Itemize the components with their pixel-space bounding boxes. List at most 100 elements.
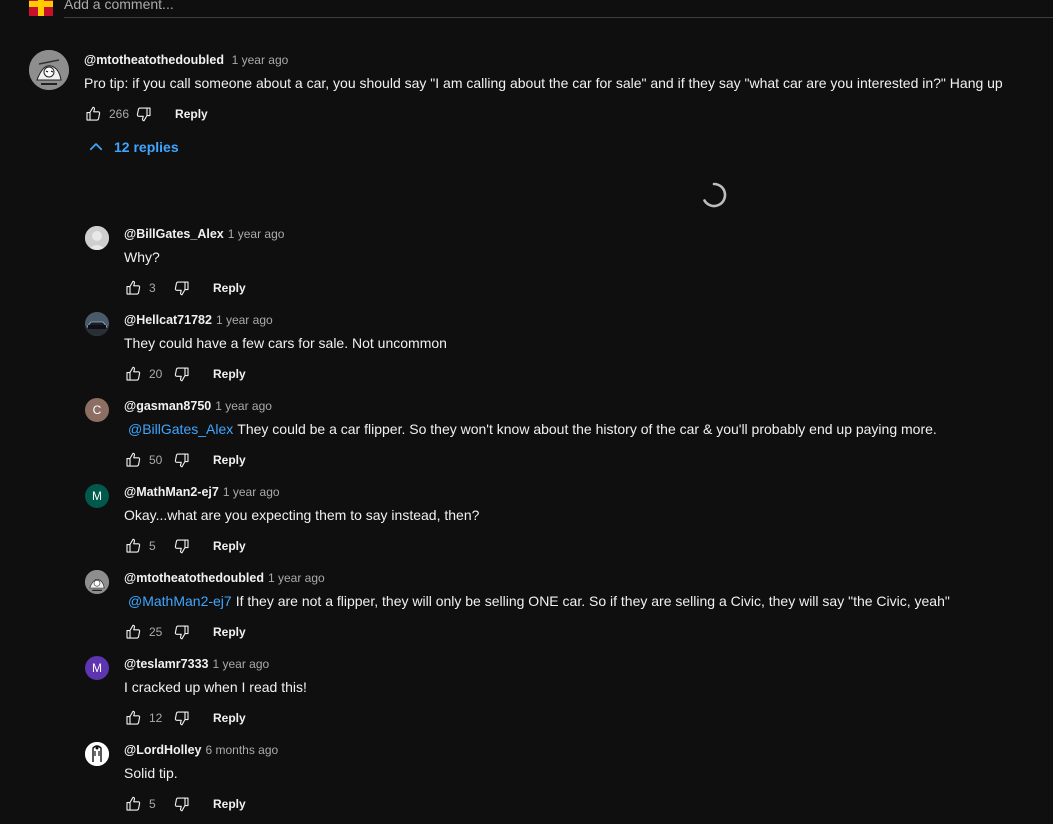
reply-author[interactable]: @LordHolley (124, 743, 201, 757)
chevron-up-icon (89, 143, 103, 151)
comments-page: Add a comment... @mtotheatothedoubled 1 … (0, 0, 1053, 824)
reply-text: I cracked up when I read this! (124, 677, 1044, 697)
reply-header: @BillGates_Alex 1 year ago (124, 225, 1044, 243)
mention-link[interactable]: @BillGates_Alex (128, 421, 233, 437)
reply-time[interactable]: 1 year ago (268, 571, 325, 585)
comment-body: @mtotheatothedoubled 1 year ago Pro tip:… (84, 51, 1044, 126)
thumbs-up-icon (126, 624, 141, 639)
reply-button[interactable]: Reply (213, 625, 246, 639)
reply-author[interactable]: @mtotheatothedoubled (124, 571, 264, 585)
commenter-avatar[interactable] (29, 50, 69, 90)
dislike-button[interactable] (173, 365, 191, 383)
reply-comment: M @MathMan2-ej7 1 year ago Okay...what are … (0, 484, 1053, 570)
reply-button[interactable]: Reply (213, 281, 246, 295)
reply-text-content: They could be a car flipper. So they won… (237, 421, 937, 437)
default-person-icon (85, 226, 109, 250)
add-comment-input[interactable]: Add a comment... (64, 0, 1053, 18)
reply-button[interactable]: Reply (213, 367, 246, 381)
dislike-button[interactable] (173, 709, 191, 727)
user-avatar (29, 0, 53, 16)
comment-author[interactable]: @mtotheatothedoubled (84, 53, 224, 67)
like-count: 5 (149, 539, 156, 553)
mention-link[interactable]: @MathMan2-ej7 (128, 593, 232, 609)
reply-button[interactable]: Reply (213, 797, 246, 811)
reply-avatar[interactable] (85, 742, 109, 766)
reply-avatar[interactable] (85, 226, 109, 250)
reply-text-content: Why? (124, 249, 160, 265)
sketch-avatar-icon (85, 570, 109, 594)
thumbs-up-icon (86, 106, 101, 121)
dislike-button[interactable] (173, 795, 191, 813)
thumbs-up-icon (126, 366, 141, 381)
dislike-button[interactable] (173, 623, 191, 641)
like-button[interactable]: 5 (124, 795, 167, 813)
reply-time[interactable]: 6 months ago (205, 743, 278, 757)
reply-header: @Hellcat71782 1 year ago (124, 311, 1044, 329)
reply-body: @MathMan2-ej7 1 year ago Okay...what are y… (124, 483, 1044, 558)
reply-toolbar: 20 Reply (124, 362, 1044, 386)
thumbs-down-icon (174, 453, 189, 468)
reply-body: @BillGates_Alex 1 year ago Why? 3 Reply (124, 225, 1044, 300)
reply-toolbar: 25 Reply (124, 620, 1044, 644)
like-count: 5 (149, 797, 156, 811)
dislike-button[interactable] (173, 451, 191, 469)
thumbs-up-icon (126, 796, 141, 811)
reply-author[interactable]: @teslamr7333 (124, 657, 208, 671)
reply-button[interactable]: Reply (213, 711, 246, 725)
reply-text: They could have a few cars for sale. Not… (124, 333, 1044, 353)
reply-toolbar: 5 Reply (124, 534, 1044, 558)
like-button[interactable]: 50 (124, 451, 167, 469)
like-button[interactable]: 25 (124, 623, 167, 641)
reply-avatar[interactable]: M (85, 656, 109, 680)
reply-comment: @BillGates_Alex 1 year ago Why? 3 Reply (0, 226, 1053, 312)
thumbs-down-icon (174, 539, 189, 554)
reply-avatar[interactable]: C (85, 398, 109, 422)
reply-text-content: I cracked up when I read this! (124, 679, 307, 695)
reply-comment: @mtotheatothedoubled 1 year ago @MathMan2-… (0, 570, 1053, 656)
reply-header: @teslamr7333 1 year ago (124, 655, 1044, 673)
reply-author[interactable]: @Hellcat71782 (124, 313, 212, 327)
add-comment-row: Add a comment... (0, 0, 1053, 20)
dislike-button[interactable] (135, 105, 153, 123)
like-button[interactable]: 266 (84, 105, 129, 123)
reply-comment: M @teslamr7333 1 year ago I cracked up when… (0, 656, 1053, 742)
like-count: 25 (149, 625, 163, 639)
thumbs-up-icon (126, 538, 141, 553)
like-count: 3 (149, 281, 156, 295)
reply-button[interactable]: Reply (175, 107, 208, 121)
reply-time[interactable]: 1 year ago (216, 313, 273, 327)
like-count: 20 (149, 367, 163, 381)
reply-body: @Hellcat71782 1 year ago They could have a… (124, 311, 1044, 386)
reply-author[interactable]: @BillGates_Alex (124, 227, 224, 241)
reply-toolbar: 3 Reply (124, 276, 1044, 300)
reply-avatar[interactable] (85, 312, 109, 336)
reply-text-content: If they are not a flipper, they will onl… (235, 593, 950, 609)
reply-author[interactable]: @MathMan2-ej7 (124, 485, 219, 499)
like-button[interactable]: 3 (124, 279, 167, 297)
replies-toggle[interactable]: 12 replies (87, 136, 179, 158)
cross-flag-icon (29, 0, 53, 16)
like-button[interactable]: 20 (124, 365, 167, 383)
comment-text: Pro tip: if you call someone about a car… (84, 75, 1003, 91)
drawing-avatar-icon (85, 742, 109, 766)
reply-text-content: Okay...what are you expecting them to sa… (124, 507, 480, 523)
reply-button[interactable]: Reply (213, 539, 246, 553)
reply-author[interactable]: @gasman8750 (124, 399, 211, 413)
reply-text-content: They could have a few cars for sale. Not… (124, 335, 447, 351)
reply-text: Solid tip. (124, 763, 1044, 783)
reply-time[interactable]: 1 year ago (212, 657, 269, 671)
dislike-button[interactable] (173, 537, 191, 555)
thumbs-up-icon (126, 710, 141, 725)
reply-time[interactable]: 1 year ago (228, 227, 285, 241)
reply-avatar[interactable] (85, 570, 109, 594)
dislike-button[interactable] (173, 279, 191, 297)
like-button[interactable]: 5 (124, 537, 167, 555)
reply-time[interactable]: 1 year ago (215, 399, 272, 413)
reply-button[interactable]: Reply (213, 453, 246, 467)
comment-time[interactable]: 1 year ago (232, 53, 289, 67)
like-button[interactable]: 12 (124, 709, 167, 727)
reply-time[interactable]: 1 year ago (223, 485, 280, 499)
replies-toggle-label: 12 replies (114, 139, 179, 155)
reply-avatar[interactable]: M (85, 484, 109, 508)
reply-body: @teslamr7333 1 year ago I cracked up when … (124, 655, 1044, 730)
